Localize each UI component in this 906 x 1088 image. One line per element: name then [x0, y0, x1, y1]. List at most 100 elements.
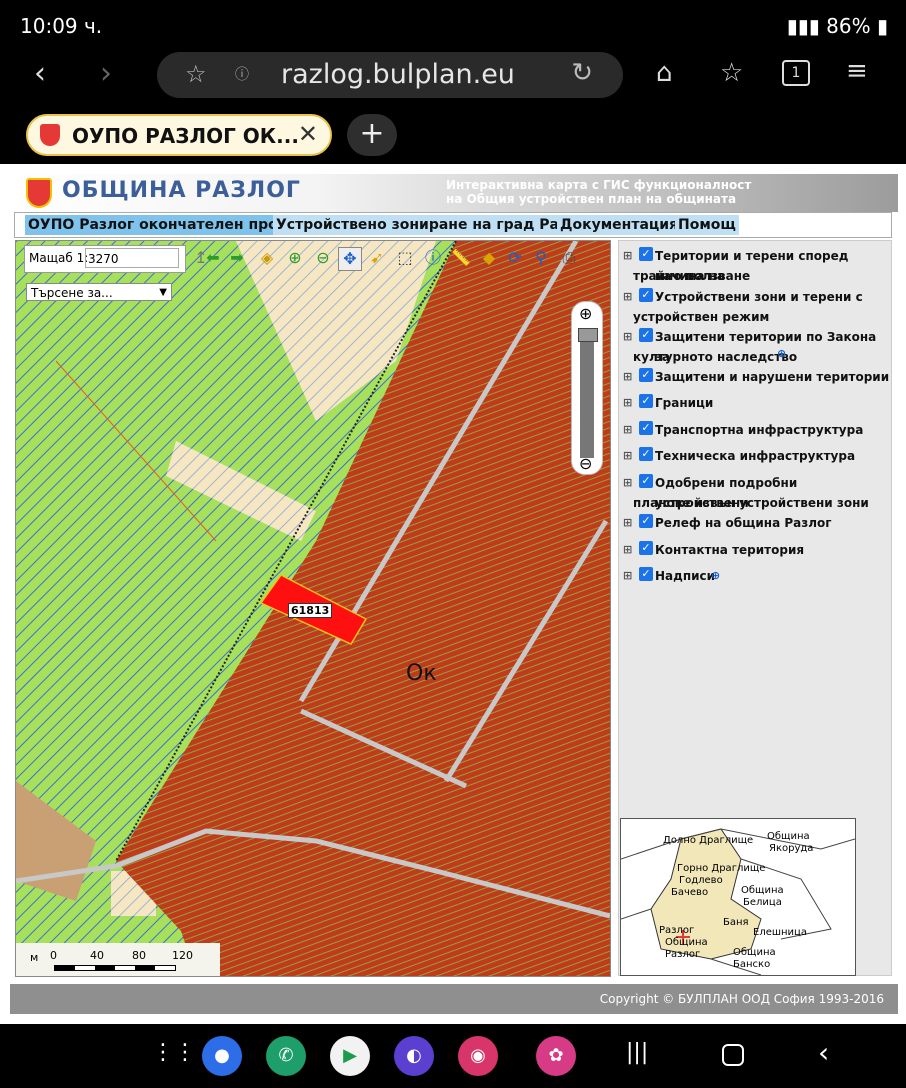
address-bar[interactable]: ☆ ⓘ razlog.bulplan.eu ↻: [157, 52, 623, 98]
zoom-in-icon[interactable]: ⊕: [284, 247, 306, 269]
layer-label: Транспортна инфраструктура: [655, 423, 864, 437]
bookmark-star-icon[interactable]: ☆: [185, 60, 207, 88]
scalebar-tick: 120: [172, 949, 193, 962]
phone-app-icon[interactable]: ✆: [266, 1036, 306, 1076]
tabs-icon[interactable]: 1: [782, 60, 810, 86]
expand-icon[interactable]: ⊞: [623, 249, 632, 262]
expand-icon[interactable]: ⊞: [623, 569, 632, 582]
layer-checkbox[interactable]: ✓: [639, 328, 653, 342]
full-extent-icon[interactable]: ◈: [256, 247, 278, 269]
web-page: ОБЩИНА РАЗЛОГ Интерактивна карта с ГИС ф…: [0, 164, 906, 1024]
menu-item-help[interactable]: Помощ: [675, 215, 739, 235]
messages-app-icon[interactable]: ●: [202, 1036, 242, 1076]
minimap-label: Община: [733, 947, 776, 958]
minimap-label: Якоруда: [769, 843, 814, 854]
zoom-out-icon[interactable]: ⊖: [312, 247, 334, 269]
scalebar-graphic: [54, 965, 176, 971]
expand-icon[interactable]: ⊞: [623, 476, 632, 489]
overview-map[interactable]: Долно Драглище Община Якоруда Горно Драг…: [620, 818, 856, 976]
copyright-text: Copyright © БУЛПЛАН ООД София 1993-2016: [599, 992, 884, 1006]
expand-icon[interactable]: ⊞: [623, 423, 632, 436]
minimap-label: Баня: [723, 917, 749, 928]
zoom-slider[interactable]: ⊕ ⊖: [571, 301, 603, 475]
print-icon[interactable]: ⎙: [558, 247, 580, 269]
back-icon[interactable]: ‹: [34, 56, 46, 91]
zoom-track[interactable]: [580, 328, 594, 458]
menu-item-zoning[interactable]: Устройствено зониране на град Разлог: [273, 215, 598, 235]
menu-item-final-project[interactable]: ОУПО Разлог окончателен проект: [25, 215, 308, 235]
expand-icon[interactable]: ⊞: [623, 396, 632, 409]
pan-icon[interactable]: ✥: [338, 247, 362, 271]
layer-label-2: трайно ползване: [633, 269, 751, 283]
zoom-handle[interactable]: [578, 328, 598, 342]
layer-checkbox[interactable]: ✓: [639, 474, 653, 488]
layer-label: Техническа инфраструктура: [655, 449, 856, 463]
expand-icon[interactable]: ⊞: [623, 330, 632, 343]
minimap-label: Белица: [743, 897, 782, 908]
internet-app-icon[interactable]: ◐: [394, 1036, 434, 1076]
search-icon[interactable]: ⚲: [530, 247, 552, 269]
minimap-label: Елешница: [753, 927, 807, 938]
layer-checkbox[interactable]: ✓: [639, 368, 653, 382]
expand-icon[interactable]: ⊞: [623, 370, 632, 383]
zone-label: Ок: [406, 661, 437, 686]
minimap-label: Банско: [733, 959, 771, 970]
menu-icon[interactable]: ≡: [846, 56, 868, 86]
forward-icon[interactable]: ›: [100, 56, 112, 91]
minimap-label: Община: [767, 831, 810, 842]
layer-checkbox[interactable]: ✓: [639, 447, 653, 461]
magnifier-icon[interactable]: ⊕: [777, 347, 786, 360]
clear-icon[interactable]: ◆: [478, 247, 500, 269]
recents-icon[interactable]: |||: [626, 1040, 648, 1065]
minimap-label: Община: [665, 937, 708, 948]
expand-icon[interactable]: ⊞: [623, 449, 632, 462]
site-footer: Copyright © БУЛПЛАН ООД София 1993-2016: [10, 984, 898, 1014]
magnifier-icon[interactable]: ⊕: [711, 569, 720, 582]
parcel-label[interactable]: 61813: [288, 603, 333, 618]
play-store-icon[interactable]: ▶: [330, 1036, 370, 1076]
expand-icon[interactable]: ⊞: [623, 516, 632, 529]
new-tab-button[interactable]: +: [347, 114, 397, 156]
expand-icon[interactable]: ⊞: [623, 543, 632, 556]
gallery-app-icon[interactable]: ✿: [536, 1036, 576, 1076]
layer-checkbox[interactable]: ✓: [639, 247, 653, 261]
url-text[interactable]: razlog.bulplan.eu: [281, 59, 515, 90]
site-info-icon[interactable]: ⓘ: [235, 64, 249, 84]
next-view-icon[interactable]: ➡: [226, 247, 248, 269]
scale-input[interactable]: 3270: [85, 248, 179, 268]
home-icon[interactable]: ⌂: [656, 58, 673, 88]
layer-checkbox[interactable]: ✓: [639, 514, 653, 528]
scalebar-tick: 80: [132, 949, 146, 962]
zoom-plus-icon[interactable]: ⊕: [579, 304, 592, 323]
select-icon[interactable]: ⬚: [394, 247, 416, 269]
layer-checkbox[interactable]: ✓: [639, 394, 653, 408]
bookmarks-icon[interactable]: ☆: [720, 58, 743, 88]
layer-checkbox[interactable]: ✓: [639, 541, 653, 555]
measure-icon[interactable]: 📏: [450, 247, 472, 269]
expand-icon[interactable]: ⊞: [623, 290, 632, 303]
back-button-icon[interactable]: ‹: [818, 1036, 829, 1069]
layer-label-2: културното наследство: [633, 350, 798, 364]
close-tab-icon[interactable]: ✕: [298, 120, 318, 148]
home-button-icon[interactable]: [722, 1044, 744, 1066]
active-tab[interactable]: ОУПО РАЗЛОГ ОК... ✕: [26, 114, 332, 156]
search-select[interactable]: Търсене за... ▼: [26, 283, 172, 301]
status-bar: 10:09 ч. ▮▮▮ 86% ▮: [0, 0, 906, 52]
scalebar-tick: 40: [90, 949, 104, 962]
browser-toolbar: ‹ › ☆ ⓘ razlog.bulplan.eu ↻ ⌂ ☆ 1 ≡: [0, 52, 906, 102]
map-view[interactable]: 61813 Ок Мащаб 1: 3270 ↥ ⬅ ➡ ◈ ⊕ ⊖ ✥ ➹ ⬚…: [15, 240, 611, 977]
camera-app-icon[interactable]: ◉: [458, 1036, 498, 1076]
identify-icon[interactable]: ➹: [366, 247, 388, 269]
layer-checkbox[interactable]: ✓: [639, 421, 653, 435]
reload-icon[interactable]: ↻: [571, 58, 593, 88]
zoom-minus-icon[interactable]: ⊖: [579, 454, 592, 473]
previous-view-icon[interactable]: ⬅: [202, 247, 224, 269]
menu-item-documentation[interactable]: Документация: [557, 215, 682, 235]
layer-checkbox[interactable]: ✓: [639, 567, 653, 581]
layer-label: Релеф на община Разлог: [655, 516, 832, 530]
app-drawer-icon[interactable]: ⋮⋮: [152, 1040, 196, 1065]
site-subtitle-2: на Общия устройствен план на общината: [446, 192, 737, 206]
info-icon[interactable]: ⓘ: [422, 247, 444, 269]
layer-checkbox[interactable]: ✓: [639, 288, 653, 302]
refresh-icon[interactable]: ⟳: [504, 247, 526, 269]
